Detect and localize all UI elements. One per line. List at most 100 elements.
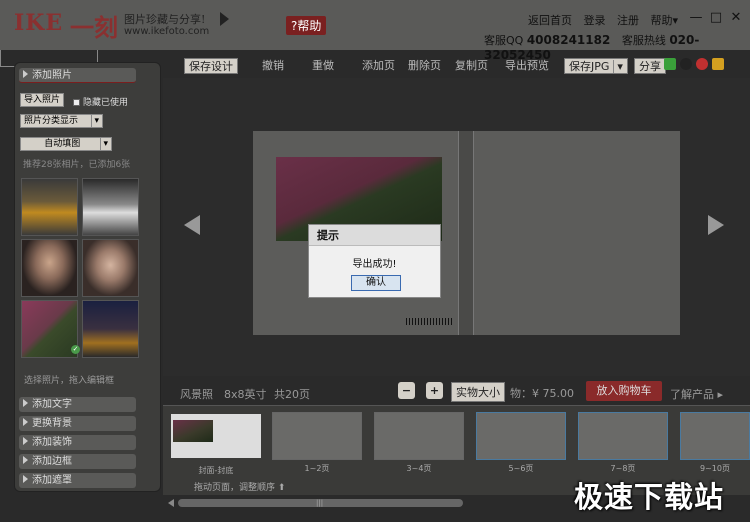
service-qq-label: 客服QQ [484,34,524,47]
add-photo-label: 添加照片 [32,70,72,81]
auto-fill-select[interactable]: 自动填图 ▾ [20,137,112,151]
book-pages: 共20页 [274,388,310,401]
photo-thumb-portrait-1[interactable] [21,239,78,297]
share-button[interactable]: 分享 [634,58,666,74]
left-panel: 添加照片 导入照片 隐藏已使用 照片分类显示 ▾ 自动填图 ▾ 推荐28张相片，已添… [14,62,161,492]
filmstrip-item[interactable] [272,412,362,460]
app-logo: IKE [14,10,64,36]
watermark: 极速下载站 [574,480,725,514]
expand-arrow-icon [23,456,28,464]
play-arrow-icon [220,12,229,26]
add-border-label: 添加边框 [32,456,72,467]
toolbar: 保存设计 撤销 重做 添加页 删除页 复制页 导出预览 保存JPG ▾ 分享 [180,57,750,75]
photo-thumb-car-white[interactable] [82,178,139,236]
redo-button[interactable]: 重做 [312,58,334,74]
qq-icon[interactable] [680,58,692,70]
photo-thumb-car-yellow[interactable] [21,178,78,236]
expand-arrow-icon [23,437,28,445]
category-select[interactable]: 照片分类显示 ▾ [20,114,103,128]
export-preview-button[interactable]: 导出预览 [505,58,549,74]
login-link[interactable]: 登录 [584,14,606,27]
auto-fill-label: 自动填图 [44,139,81,149]
message-dialog: 提示 导出成功! 确认 [308,224,441,298]
expand-arrow-icon [23,70,28,78]
zoom-in-icon[interactable]: + [426,382,443,399]
save-jpg-button[interactable]: 保存JPG ▾ [564,58,628,74]
chevron-down-icon: ▾ [100,138,108,150]
window-controls: — □ ✕ [686,10,746,25]
app-logo-cn: 一刻 [70,13,118,42]
register-link[interactable]: 注册 [617,14,639,27]
select-tip: 选择照片，拖入编辑框 [24,376,115,386]
filmstrip-label: 3~4页 [406,464,432,473]
filmstrip-label: 封面-封底 [198,466,234,475]
site-url: www.ikefoto.com [124,26,210,37]
grip-icon: ||| [316,499,324,507]
change-bg-label: 更换背景 [32,418,72,429]
wechat-icon[interactable] [664,58,676,70]
book-size: 8x8英寸 [224,388,267,401]
confirm-button[interactable]: 确认 [351,275,401,291]
hide-used-checkbox[interactable]: 隐藏已使用 [73,95,128,108]
price: 物：¥ 75.00 [510,387,574,400]
hide-used-label: 隐藏已使用 [83,98,129,108]
help-button[interactable]: ?帮助 [286,16,327,35]
maximize-icon[interactable]: □ [706,10,726,25]
filmstrip-item[interactable] [578,412,668,460]
category-select-label: 照片分类显示 [24,116,79,126]
save-design-button[interactable]: 保存设计 [184,58,238,74]
book-page-right[interactable] [474,131,680,335]
filmstrip-item[interactable] [680,412,750,460]
expand-arrow-icon [23,475,28,483]
next-page-icon[interactable] [708,215,724,235]
photo-thumb-forest[interactable]: ✓ [21,300,80,358]
add-text-section[interactable]: 添加文字 [19,397,136,412]
add-page-button[interactable]: 添加页 [362,58,395,74]
filmstrip-hint: 拖动页面，调整顺序 ⬆ [194,483,286,493]
add-decoration-label: 添加装饰 [32,437,72,448]
minimize-icon[interactable]: — [686,10,706,25]
help-menu[interactable]: 帮助▾ [651,14,679,27]
close-icon[interactable]: ✕ [726,10,746,25]
change-bg-section[interactable]: 更换背景 [19,416,136,431]
add-border-section[interactable]: 添加边框 [19,454,136,469]
prev-page-icon[interactable] [184,215,200,235]
book-name: 风景照 [180,388,213,401]
cover-thumb-photo [173,420,213,442]
checkbox-icon [73,99,80,106]
scroll-left-icon[interactable] [168,499,174,507]
dialog-message: 导出成功! [352,259,397,270]
filmstrip-item[interactable] [374,412,464,460]
learn-more-link[interactable]: 了解产品 ▸ [670,386,723,402]
chevron-down-icon: ▾ [91,115,99,127]
add-photo-section[interactable]: 添加照片 [19,68,136,83]
photo-thumb-portrait-2[interactable] [82,239,139,297]
save-jpg-label: 保存JPG [569,60,610,73]
add-mask-label: 添加遮罩 [32,475,72,486]
expand-arrow-icon [23,418,28,426]
import-photo-button[interactable]: 导入照片 [20,93,65,107]
book-spine [458,131,474,335]
mail-icon[interactable] [712,58,724,70]
add-to-cart-button[interactable]: 放入购物车 [586,381,662,401]
zoom-out-icon[interactable]: − [398,382,415,399]
filmstrip-label: 1~2页 [304,464,330,473]
top-links: 返回首页 登录 注册 帮助▾ [528,12,686,28]
filmstrip-item[interactable] [476,412,566,460]
check-icon: ✓ [71,345,80,354]
barcode [406,318,454,325]
add-mask-section[interactable]: 添加遮罩 [19,473,136,488]
add-decoration-section[interactable]: 添加装饰 [19,435,136,450]
weibo-icon[interactable] [696,58,708,70]
add-text-label: 添加文字 [32,399,72,410]
service-qq: 4008241182 [526,33,611,47]
undo-button[interactable]: 撤销 [262,58,284,74]
filmstrip-label: 7~8页 [610,464,636,473]
actual-size-button[interactable]: 实物大小 [451,382,505,402]
chevron-down-icon[interactable]: ▾ [613,60,623,73]
photo-thumb-night-city[interactable] [82,300,139,358]
home-link[interactable]: 返回首页 [528,14,572,27]
filmstrip-label: 5~6页 [508,464,534,473]
copy-page-button[interactable]: 复制页 [455,58,488,74]
delete-page-button[interactable]: 删除页 [408,58,441,74]
